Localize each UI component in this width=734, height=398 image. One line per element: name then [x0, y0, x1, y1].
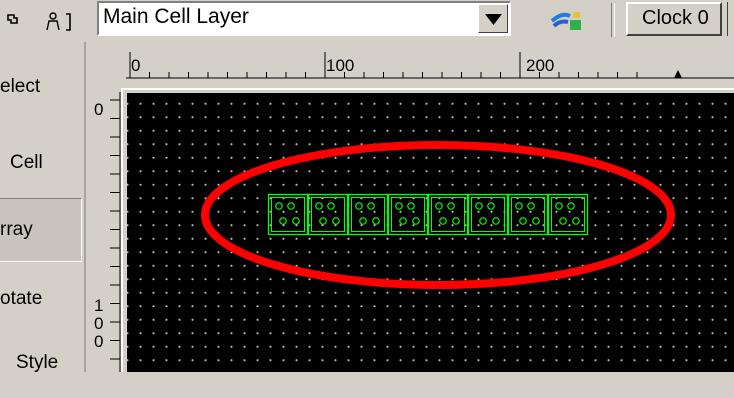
- vertical-ruler[interactable]: 0 1 0 0: [86, 92, 126, 372]
- ruler-top-label: 100: [326, 56, 355, 75]
- tool-select-label: elect: [0, 76, 41, 97]
- layer-select-dropdown-button[interactable]: [478, 4, 508, 33]
- toolbar-separator: [611, 3, 615, 37]
- main-toolbar: Main Cell Layer Clock 0: [0, 0, 734, 43]
- tool-palette: elect Cell rray otate Style: [0, 42, 86, 373]
- tool-select-button[interactable]: elect: [0, 42, 82, 106]
- vertical-ruler-ticks: [110, 92, 121, 372]
- cursor-marker-icon: [674, 70, 682, 78]
- tool-rotate-label: otate: [0, 288, 43, 309]
- tool-cell-button[interactable]: Cell: [0, 126, 82, 190]
- ruler-left-label: 0: [94, 314, 104, 333]
- layout-canvas[interactable]: [127, 93, 734, 372]
- ruler-left-label: 1: [94, 296, 104, 315]
- layer-select[interactable]: Main Cell Layer: [97, 1, 511, 36]
- tool-rotate-button[interactable]: otate: [0, 268, 82, 332]
- chevron-down-icon: [485, 14, 502, 25]
- horizontal-ruler[interactable]: 0 100 200: [86, 42, 734, 92]
- ruler-left-label: 0: [94, 100, 104, 119]
- clock-button-label: Clock 0: [642, 7, 709, 29]
- tool-array-label: rray: [0, 219, 33, 240]
- ruler-left-label: 0: [94, 332, 104, 351]
- tool-style-button[interactable]: Style: [0, 334, 82, 398]
- clock-button[interactable]: Clock 0: [626, 2, 722, 36]
- horizontal-ruler-ticks: [126, 52, 734, 79]
- tool-array-button[interactable]: rray: [0, 198, 82, 262]
- tool-style-label: Style: [16, 352, 59, 373]
- tool-cell-label: Cell: [10, 152, 43, 173]
- layer-color-icon[interactable]: [548, 6, 584, 34]
- ruler-top-label: 200: [526, 56, 555, 75]
- ruler-top-label: 0: [131, 56, 141, 75]
- layer-select-value: Main Cell Layer: [103, 5, 249, 28]
- person-selector-icon[interactable]: [44, 10, 76, 32]
- toolbar-tool-icon[interactable]: [6, 12, 20, 26]
- toolbar-edge: [727, 2, 734, 36]
